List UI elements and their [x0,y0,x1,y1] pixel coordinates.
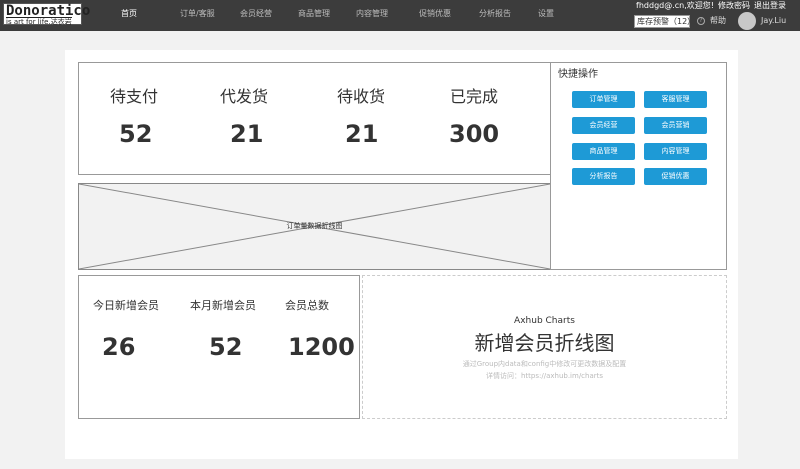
stat-label-to-receive: 待收货 [337,87,386,106]
promotions-button[interactable]: 促销优惠 [644,168,707,185]
welcome-text: fhddgd@.cn,欢迎您! [636,1,714,10]
analytics-report-button[interactable]: 分析报告 [572,168,635,185]
content-management-button[interactable]: 内容管理 [644,143,707,160]
order-stats-panel: 待支付 52 代发货 21 待收货 21 已完成 300 [78,62,551,175]
axhub-charts-name: Axhub Charts [514,316,575,326]
help-link[interactable]: 帮助 [710,16,726,26]
stat-label-completed: 已完成 [450,87,499,106]
axhub-chart-title: 新增会员折线图 [474,331,615,355]
stat-label-to-ship: 代发货 [220,87,269,106]
order-management-button[interactable]: 订单管理 [572,91,635,108]
username[interactable]: Jay.Liu [761,16,786,26]
stat-value-to-ship: 21 [230,120,264,148]
stat-value-new-members-month: 52 [209,333,243,361]
order-chart-placeholder: 订单量数据折线图 [78,183,551,270]
member-stats-panel: 今日新增会员 26 本月新增会员 52 会员总数 1200 [78,275,360,419]
member-operations-button[interactable]: 会员经营 [572,117,635,134]
member-marketing-button[interactable]: 会员营销 [644,117,707,134]
logo-tagline: is art for life.达衣岩 [6,17,72,26]
product-management-button[interactable]: 商品管理 [572,143,635,160]
stat-label-total-members: 会员总数 [285,299,329,312]
stat-value-to-receive: 21 [345,120,379,148]
stat-value-new-members-today: 26 [102,333,136,361]
user-links: fhddgd@.cn,欢迎您! 修改密码 退出登录 [632,1,786,11]
nav-orders-service[interactable]: 订单/客服 [180,9,215,19]
service-management-button[interactable]: 客服管理 [644,91,707,108]
quick-actions-title: 快捷操作 [558,69,598,80]
brand-logo[interactable]: Donoratico is art for life.达衣岩 [3,3,90,26]
stat-label-new-members-month: 本月新增会员 [190,299,256,312]
change-password-link[interactable]: 修改密码 [718,1,750,10]
quick-actions-panel: 快捷操作 订单管理 客服管理 会员经营 会员营销 商品管理 内容管理 分析报告 … [550,62,727,270]
nav-product-management[interactable]: 商品管理 [298,9,330,19]
order-chart-label: 订单量数据折线图 [286,222,343,230]
stock-alert-button[interactable]: 库存预警（12） [634,15,695,28]
nav-home[interactable]: 首页 [121,9,137,19]
nav-promotions[interactable]: 促销优惠 [419,9,451,19]
new-member-chart-placeholder: Axhub Charts 新增会员折线图 通过Group内data和config… [362,275,727,419]
stat-value-completed: 300 [449,120,500,148]
stat-label-pending-payment: 待支付 [110,87,159,106]
logout-link[interactable]: 退出登录 [754,1,786,10]
stat-value-pending-payment: 52 [119,120,153,148]
nav-analytics-reports[interactable]: 分析报告 [479,9,511,19]
axhub-chart-description: 通过Group内data和config中修改可更改数据及配置 [462,360,627,368]
axhub-chart-link[interactable]: 详情访问：https://axhub.im/charts [363,372,726,381]
stat-label-new-members-today: 今日新增会员 [93,299,159,312]
nav-content-management[interactable]: 内容管理 [356,9,388,19]
stat-value-total-members: 1200 [288,333,355,361]
nav-member-operations[interactable]: 会员经营 [240,9,272,19]
avatar[interactable] [738,12,756,30]
top-navigation-bar: Donoratico is art for life.达衣岩 首页 订单/客服 … [0,0,800,31]
help-icon[interactable]: ? [697,17,705,25]
nav-settings[interactable]: 设置 [538,9,554,19]
